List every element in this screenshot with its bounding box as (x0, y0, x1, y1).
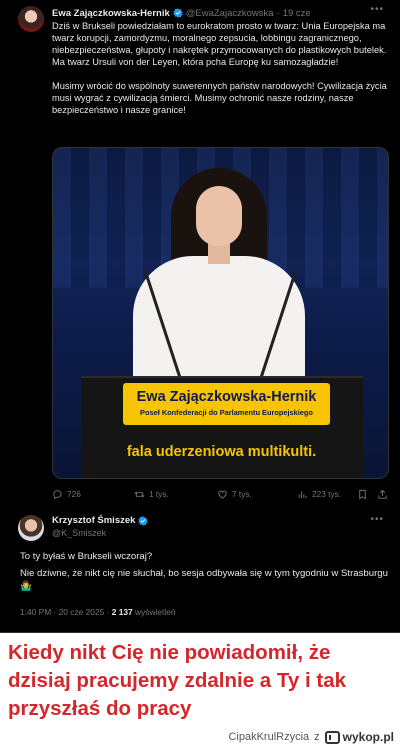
reply-author-name[interactable]: Krzysztof Śmiszek (52, 515, 135, 526)
footer-attribution: CipakKrulRzycia z wykop.pl (228, 728, 394, 746)
more-options-icon[interactable]: ••• (370, 514, 384, 525)
reply-views-label: wyświetleń (135, 607, 176, 617)
retweet-icon (134, 491, 145, 497)
like-button[interactable]: 7 tys. (217, 489, 252, 500)
separator-dot: · (276, 7, 280, 19)
reply-text: To ty byłaś w Brukseli wczoraj? Nie dziw… (20, 550, 390, 593)
reply-button[interactable]: 726 (52, 489, 81, 500)
tweet-paragraph: Musimy wrócić do wspólnoty suwerennych p… (52, 81, 387, 115)
speaker-face (196, 186, 242, 246)
author-avatar[interactable] (18, 6, 44, 32)
video-player[interactable]: Ewa Zajączkowska-Hernik Poseł Konfederac… (52, 147, 389, 479)
verified-badge-icon (173, 8, 183, 18)
tweet-time[interactable]: 19 cze (283, 8, 311, 19)
footer-separator: z (314, 731, 320, 743)
share-button[interactable] (377, 489, 388, 500)
lower-third: Ewa Zajączkowska-Hernik Poseł Konfederac… (123, 383, 330, 425)
reply-line: Nie dziwne, że nikt cię nie słuchał, bo … (20, 568, 388, 592)
author-handle[interactable]: @EwaZajaczkowska (186, 8, 274, 19)
reply-count: 726 (67, 489, 81, 499)
reply-timestamp[interactable]: 1:40 PM · 20 cze 2025 · (20, 607, 109, 617)
bookmark-button[interactable] (357, 489, 368, 500)
tweet-text: Dziś w Brukseli powiedziałam to eurokrat… (52, 20, 392, 128)
site-logo[interactable]: wykop.pl (324, 730, 394, 744)
tweet-actions: 726 1 tys. 7 tys. 223 tys. (52, 487, 388, 501)
author-name[interactable]: Ewa Zajączkowska-Hernik (52, 8, 170, 19)
more-options-icon[interactable]: ••• (370, 4, 384, 15)
reply-author-handle[interactable]: @K_Smiszek (52, 528, 106, 538)
reply-line: To ty byłaś w Brukseli wczoraj? (20, 551, 153, 562)
uploader-name[interactable]: CipakKrulRzycia (228, 731, 309, 743)
share-icon (378, 489, 387, 499)
reply-icon (53, 489, 62, 499)
tweet-screenshot: Ewa Zajączkowska-Hernik @EwaZajaczkowska… (0, 0, 400, 633)
bookmark-icon (359, 489, 366, 499)
views-count: 223 tys. (312, 489, 342, 499)
tweet-paragraph: Dziś w Brukseli powiedziałam to eurokrat… (52, 21, 387, 67)
retweet-count: 1 tys. (149, 489, 169, 499)
like-count: 7 tys. (232, 489, 252, 499)
wykop-logo-icon (324, 730, 340, 744)
reply-views-count: 2 137 (111, 607, 133, 617)
heart-icon (218, 490, 227, 499)
verified-badge-icon (138, 515, 149, 526)
video-subtitle: fala uderzeniowa multikulti. (126, 444, 317, 460)
site-name: wykop.pl (342, 730, 394, 744)
retweet-button[interactable]: 1 tys. (134, 489, 169, 500)
reply-header: Krzysztof Śmiszek (52, 515, 151, 526)
reply-author-avatar[interactable] (18, 515, 44, 541)
views-chart-icon (298, 490, 307, 498)
reply-meta: 1:40 PM · 20 cze 2025 · 2 137 wyświetleń (20, 607, 176, 617)
lower-third-name: Ewa Zajączkowska-Hernik (136, 389, 317, 405)
lower-third-title: Poseł Konfederacji do Parlamentu Europej… (140, 408, 313, 417)
meme-caption: Kiedy nikt Cię nie powiadomił, że dzisia… (8, 641, 346, 720)
tweet-header: Ewa Zajączkowska-Hernik @EwaZajaczkowska… (52, 6, 311, 20)
views-button[interactable]: 223 tys. (297, 489, 341, 500)
